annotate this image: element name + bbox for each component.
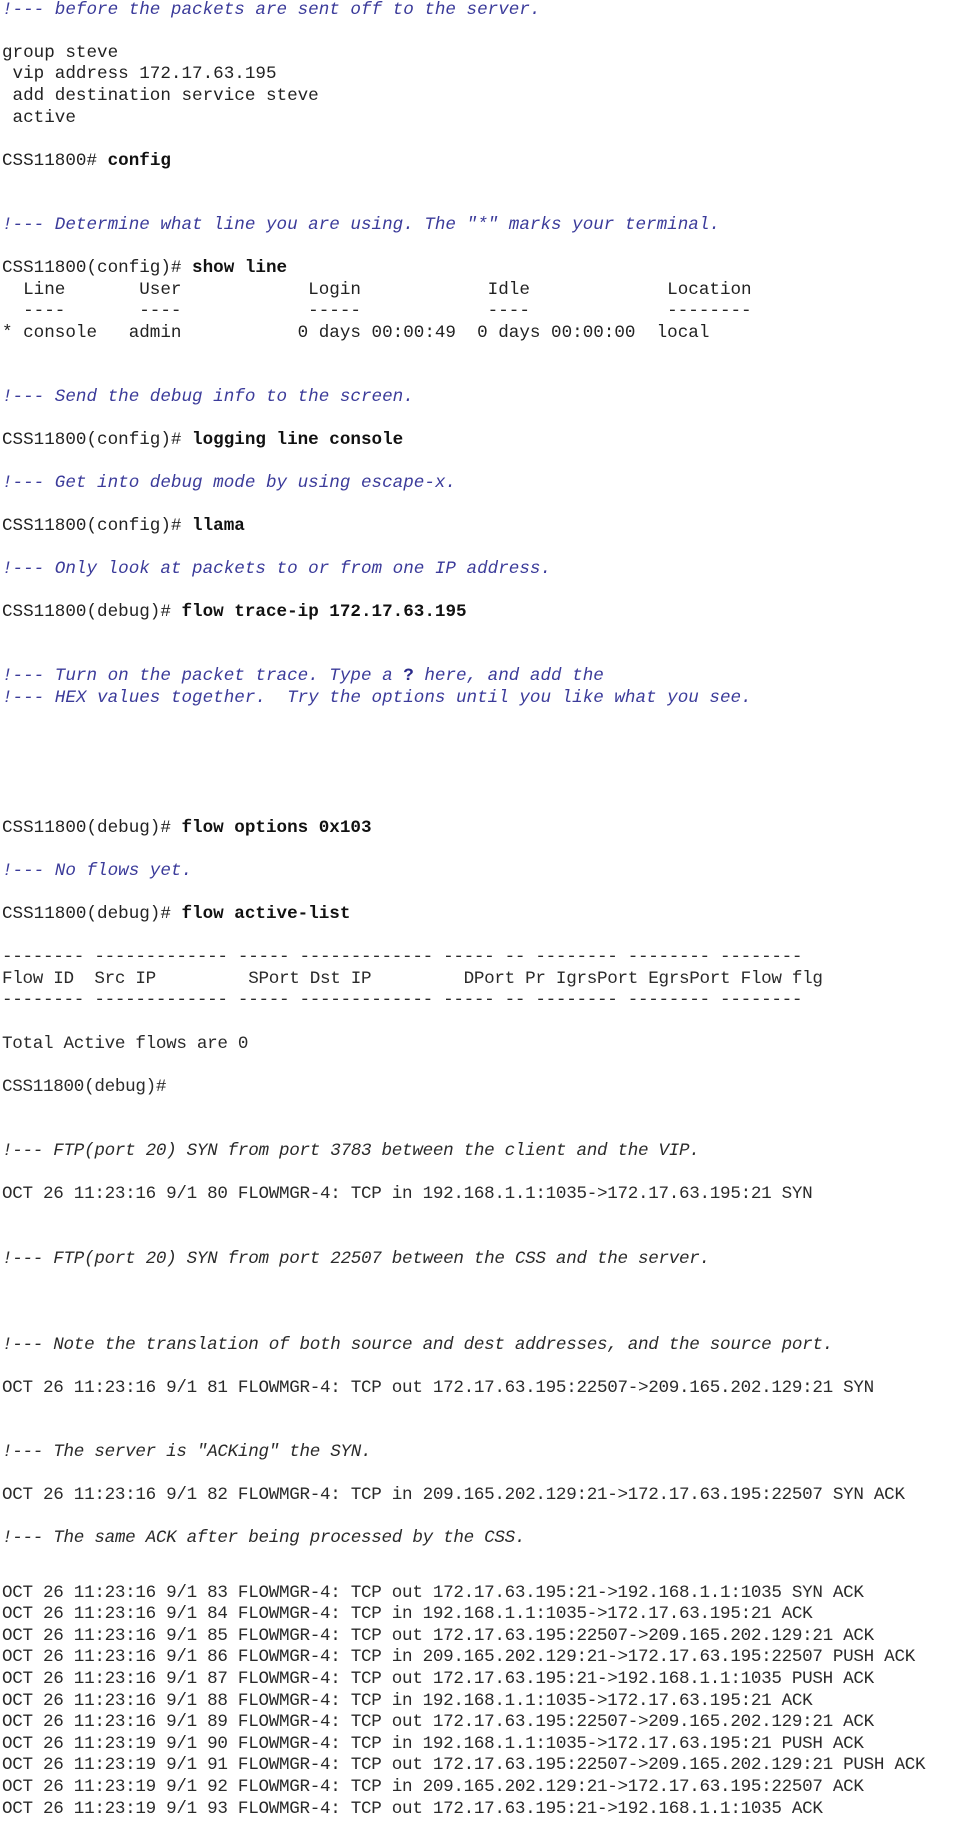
flow-table-header: Flow ID Src IP SPort Dst IP DPort Pr Igr… [2, 969, 823, 989]
command-text: config [107, 151, 171, 171]
log-line: OCT 26 11:23:19 9/1 93 FLOWMGR-4: TCP ou… [2, 1799, 823, 1819]
command-line: CSS11800(debug)# flow trace-ip 172.17.63… [2, 601, 467, 623]
config-line-active: active [2, 108, 76, 128]
comment-line: !--- Get into debug mode by using escape… [2, 473, 456, 493]
log-line: OCT 26 11:23:16 9/1 85 FLOWMGR-4: TCP ou… [2, 1626, 874, 1646]
show-line-row: * console admin 0 days 00:00:49 0 days 0… [2, 323, 710, 343]
command-text: show line [192, 258, 288, 278]
comment-line: !--- Only look at packets to or from one… [2, 559, 552, 579]
prompt: CSS11800(config)# [2, 516, 193, 536]
prompt: CSS11800(config)# [2, 258, 193, 278]
log-line: OCT 26 11:23:16 9/1 89 FLOWMGR-4: TCP ou… [2, 1712, 874, 1732]
command-text: flow active-list [181, 904, 351, 924]
log-line: OCT 26 11:23:16 9/1 80 FLOWMGR-4: TCP in… [2, 1184, 813, 1204]
flow-table-dashes: -------- ------------- ----- -----------… [2, 990, 803, 1010]
comment-line: !--- No flows yet. [2, 861, 193, 881]
show-line-header: Line User Login Idle Location [2, 280, 752, 300]
config-line-vip: vip address 172.17.63.195 [2, 64, 277, 84]
command-text: llama [192, 516, 245, 536]
command-text: logging line console [192, 430, 404, 450]
comment-line: !--- HEX values together. Try the option… [2, 688, 752, 708]
comment-text: here, and add the [413, 666, 604, 686]
flow-total: Total Active flows are 0 [2, 1034, 249, 1054]
command-text: flow options 0x103 [181, 818, 372, 838]
log-line: OCT 26 11:23:19 9/1 90 FLOWMGR-4: TCP in… [2, 1734, 864, 1754]
comment-line: !--- The same ACK after being processed … [2, 1528, 526, 1548]
command-line: CSS11800(config)# show line [2, 257, 287, 279]
comment-line: !--- The server is "ACKing" the SYN. [2, 1442, 372, 1462]
log-line: OCT 26 11:23:16 9/1 83 FLOWMGR-4: TCP ou… [2, 1583, 864, 1603]
prompt: CSS11800(debug)# [2, 904, 182, 924]
prompt: CSS11800(config)# [2, 430, 193, 450]
command-line: CSS11800(debug)# flow options 0x103 [2, 817, 372, 839]
prompt: CSS11800(debug)# [2, 818, 182, 838]
comment-line: !--- Determine what line you are using. … [2, 215, 720, 235]
comment-line: !--- FTP(port 20) SYN from port 3783 bet… [2, 1141, 700, 1161]
log-line: OCT 26 11:23:16 9/1 82 FLOWMGR-4: TCP in… [2, 1485, 905, 1505]
log-line: OCT 26 11:23:16 9/1 88 FLOWMGR-4: TCP in… [2, 1691, 813, 1711]
flow-table-dashes: -------- ------------- ----- -----------… [2, 947, 803, 967]
log-line: OCT 26 11:23:19 9/1 92 FLOWMGR-4: TCP in… [2, 1777, 864, 1797]
log-line: OCT 26 11:23:16 9/1 87 FLOWMGR-4: TCP ou… [2, 1669, 874, 1689]
command-line: CSS11800(debug)# flow active-list [2, 903, 350, 925]
prompt: CSS11800# [2, 151, 108, 171]
log-line: OCT 26 11:23:19 9/1 91 FLOWMGR-4: TCP ou… [2, 1755, 926, 1775]
log-line: OCT 26 11:23:16 9/1 86 FLOWMGR-4: TCP in… [2, 1647, 915, 1667]
comment-text: !--- Turn on the packet trace. Type a [2, 666, 404, 686]
log-line: OCT 26 11:23:16 9/1 81 FLOWMGR-4: TCP ou… [2, 1378, 874, 1398]
log-line: OCT 26 11:23:16 9/1 84 FLOWMGR-4: TCP in… [2, 1604, 813, 1624]
config-line-add-destination: add destination service steve [2, 86, 319, 106]
comment-line: !--- Send the debug info to the screen. [2, 387, 414, 407]
question-mark: ? [403, 666, 414, 686]
config-line-group: group steve [2, 43, 119, 63]
comment-line: !--- FTP(port 20) SYN from port 22507 be… [2, 1249, 710, 1269]
command-text: flow trace-ip 172.17.63.195 [181, 602, 467, 622]
prompt-line: CSS11800(debug)# [2, 1077, 167, 1097]
show-line-dashes: ---- ---- ----- ---- -------- [2, 301, 752, 321]
comment-line: !--- Turn on the packet trace. Type a ? … [2, 665, 604, 687]
command-line: CSS11800# config [2, 150, 171, 172]
command-line: CSS11800(config)# llama [2, 515, 245, 537]
comment-line: !--- Note the translation of both source… [2, 1335, 833, 1355]
comment-line: !--- before the packets are sent off to … [2, 0, 541, 20]
command-line: CSS11800(config)# logging line console [2, 429, 403, 451]
prompt: CSS11800(debug)# [2, 602, 182, 622]
